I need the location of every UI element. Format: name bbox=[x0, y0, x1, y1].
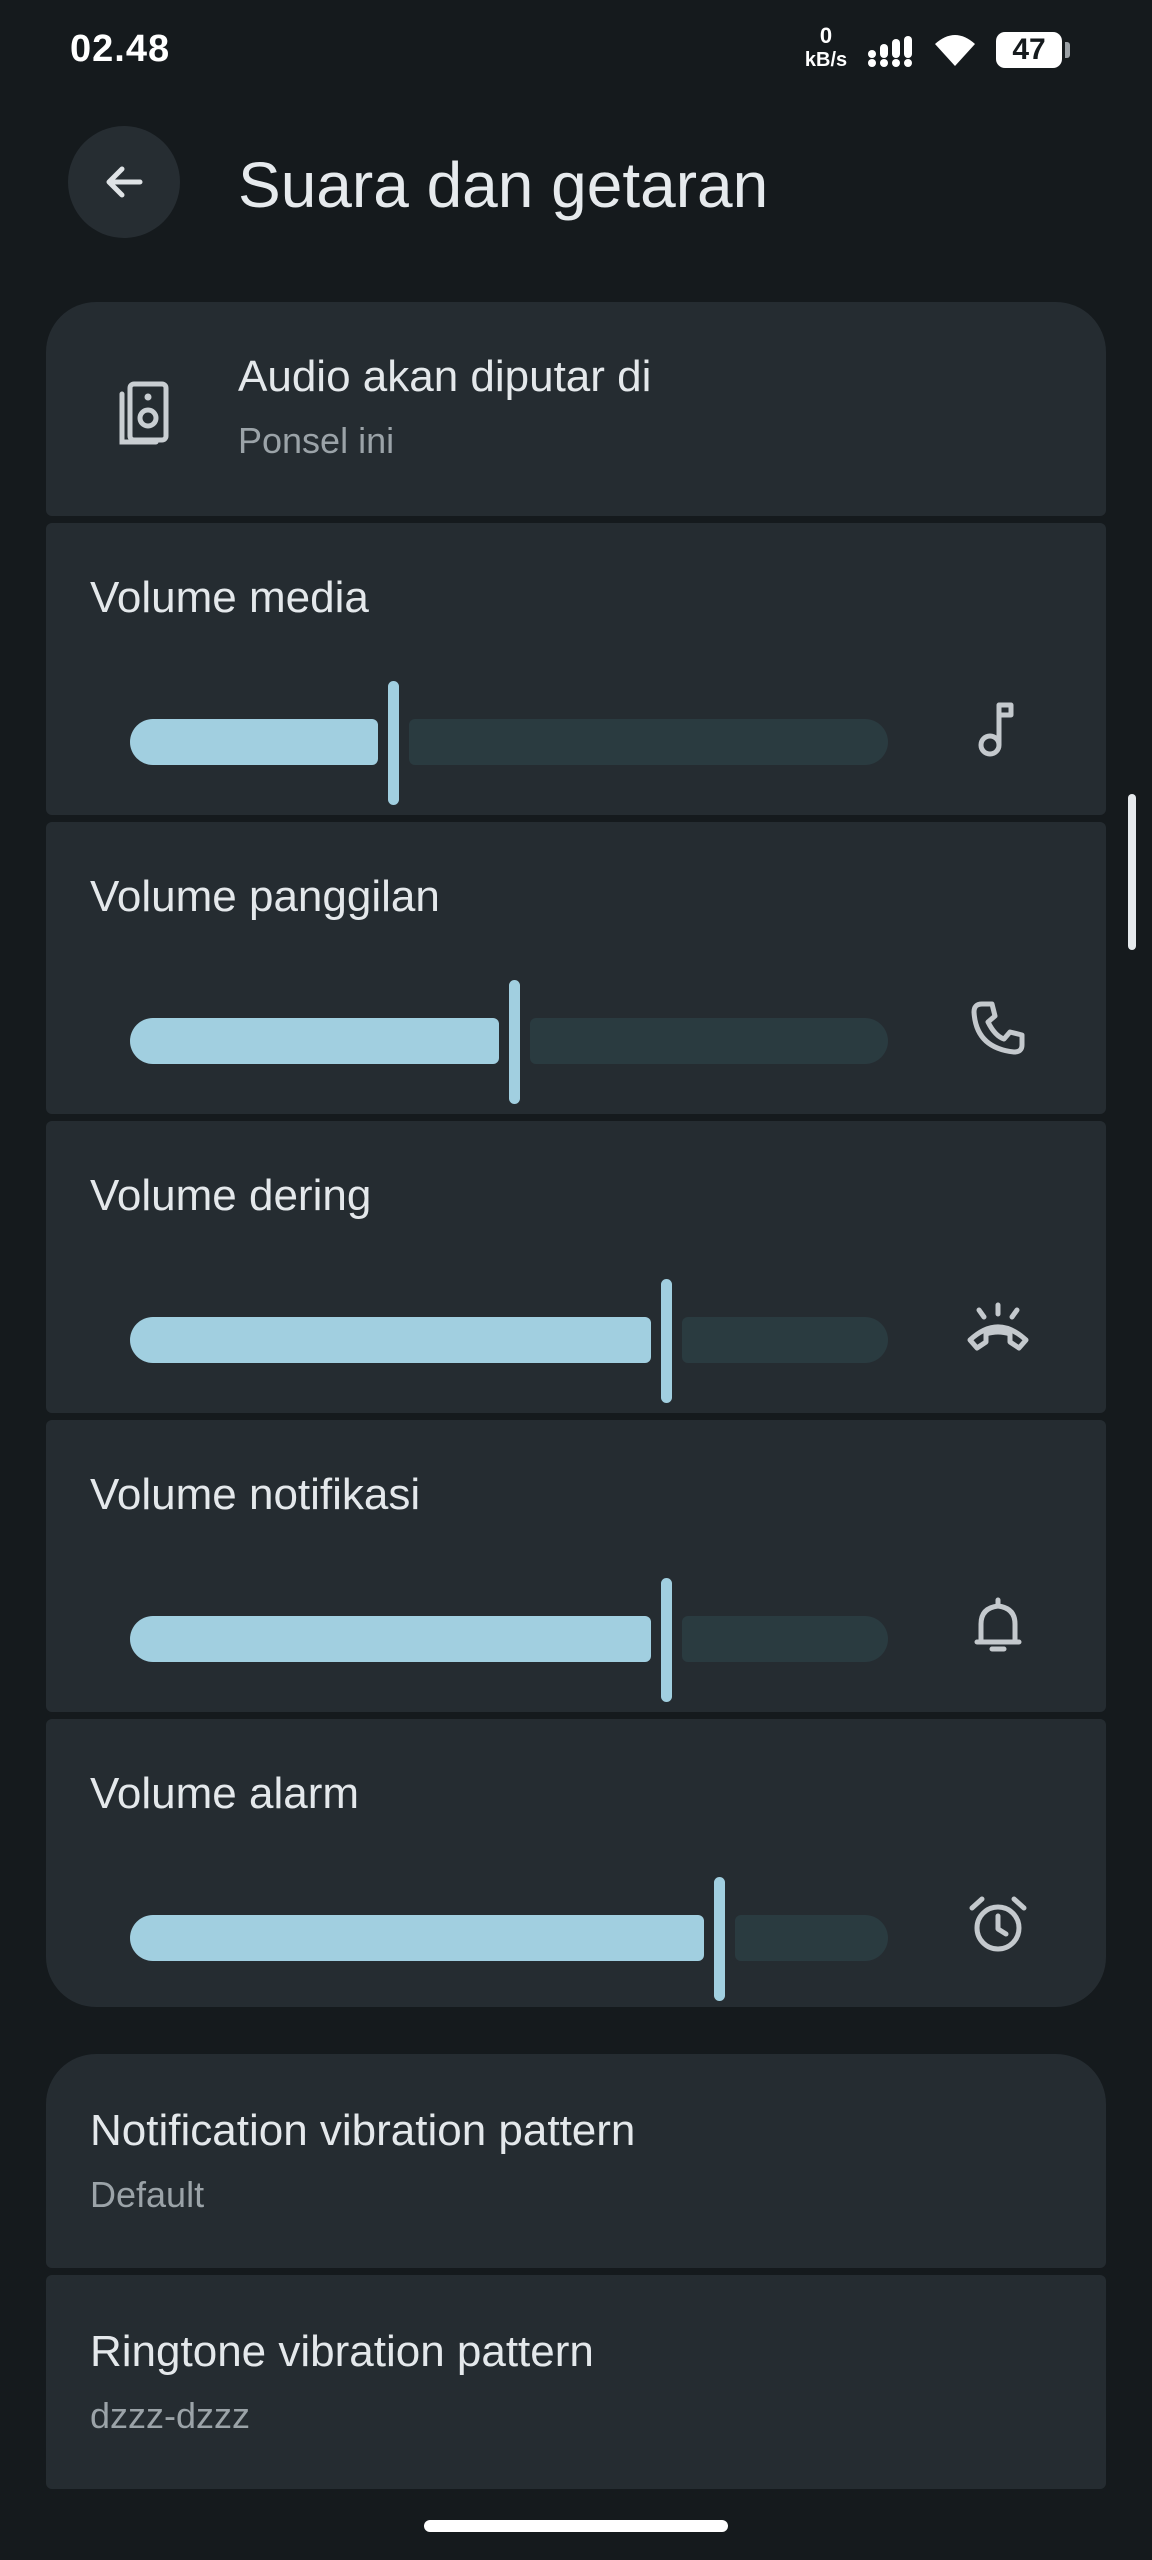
slider-thumb[interactable] bbox=[388, 681, 399, 805]
volume-ring-label: Volume dering bbox=[90, 1171, 372, 1220]
slider-thumb[interactable] bbox=[509, 980, 520, 1104]
audio-output-subtitle: Ponsel ini bbox=[238, 420, 395, 461]
volume-alarm-label: Volume alarm bbox=[90, 1769, 360, 1818]
ringtone-vibration-value: dzzz-dzzz bbox=[90, 2395, 251, 2436]
notification-vibration-title: Notification vibration pattern bbox=[90, 2106, 636, 2155]
page-title: Suara dan getaran bbox=[238, 149, 769, 221]
back-button[interactable] bbox=[68, 126, 180, 238]
notification-vibration-item[interactable]: Notification vibration pattern Default bbox=[46, 2054, 1106, 2268]
slider-inactive-track bbox=[409, 719, 888, 765]
slider-thumb[interactable] bbox=[714, 1877, 725, 2001]
slider-inactive-track bbox=[682, 1616, 888, 1662]
music-note-icon bbox=[958, 689, 1038, 769]
screen: 02.48 0 kB/s 47 Suara dan getaran Audio … bbox=[0, 0, 1152, 2560]
alarm-icon bbox=[958, 1885, 1038, 1965]
volume-call-slider[interactable] bbox=[130, 972, 888, 1112]
volume-media-row: Volume media bbox=[46, 523, 1106, 815]
volume-notification-row: Volume notifikasi bbox=[46, 1420, 1106, 1712]
slider-inactive-track bbox=[735, 1915, 888, 1961]
volume-call-row: Volume panggilan bbox=[46, 822, 1106, 1114]
slider-inactive-track bbox=[682, 1317, 888, 1363]
wifi-icon bbox=[935, 35, 975, 66]
volume-call-label: Volume panggilan bbox=[90, 872, 440, 921]
audio-output-title: Audio akan diputar di bbox=[238, 352, 652, 401]
bell-icon bbox=[958, 1586, 1038, 1666]
arrow-back-icon bbox=[106, 166, 143, 198]
ring-volume-icon bbox=[958, 1287, 1038, 1367]
audio-output-item[interactable]: Audio akan diputar di Ponsel ini bbox=[46, 302, 1106, 516]
volume-media-slider[interactable] bbox=[130, 673, 888, 813]
network-speed: 0 kB/s bbox=[796, 24, 856, 72]
home-indicator[interactable] bbox=[424, 2520, 728, 2532]
volume-notification-label: Volume notifikasi bbox=[90, 1470, 421, 1519]
ringtone-vibration-item[interactable]: Ringtone vibration pattern dzzz-dzzz bbox=[46, 2275, 1106, 2489]
volume-media-label: Volume media bbox=[90, 573, 369, 622]
slider-active-track bbox=[130, 1018, 499, 1064]
scrollbar[interactable] bbox=[1128, 794, 1136, 950]
volume-notification-slider[interactable] bbox=[130, 1570, 888, 1710]
network-speed-unit: kB/s bbox=[804, 49, 848, 71]
status-bar: 02.48 0 kB/s 47 bbox=[0, 0, 1152, 100]
ringtone-vibration-title: Ringtone vibration pattern bbox=[90, 2327, 594, 2376]
slider-active-track bbox=[130, 1915, 704, 1961]
notification-vibration-value: Default bbox=[90, 2174, 205, 2215]
battery-level: 47 bbox=[1012, 33, 1046, 66]
speaker-icon bbox=[119, 381, 169, 445]
battery-icon: 47 bbox=[996, 32, 1070, 68]
volume-ring-slider[interactable] bbox=[130, 1271, 888, 1411]
volume-alarm-slider[interactable] bbox=[130, 1869, 888, 2009]
volume-ring-row: Volume dering bbox=[46, 1121, 1106, 1413]
slider-active-track bbox=[130, 1317, 651, 1363]
slider-inactive-track bbox=[530, 1018, 888, 1064]
network-speed-value: 0 bbox=[819, 23, 833, 48]
slider-thumb[interactable] bbox=[661, 1279, 672, 1403]
phone-icon bbox=[958, 988, 1038, 1068]
signal-icon bbox=[868, 36, 912, 67]
slider-active-track bbox=[130, 719, 378, 765]
slider-thumb[interactable] bbox=[661, 1578, 672, 1702]
volume-alarm-row: Volume alarm bbox=[46, 1719, 1106, 2007]
slider-active-track bbox=[130, 1616, 651, 1662]
status-time: 02.48 bbox=[70, 28, 171, 70]
